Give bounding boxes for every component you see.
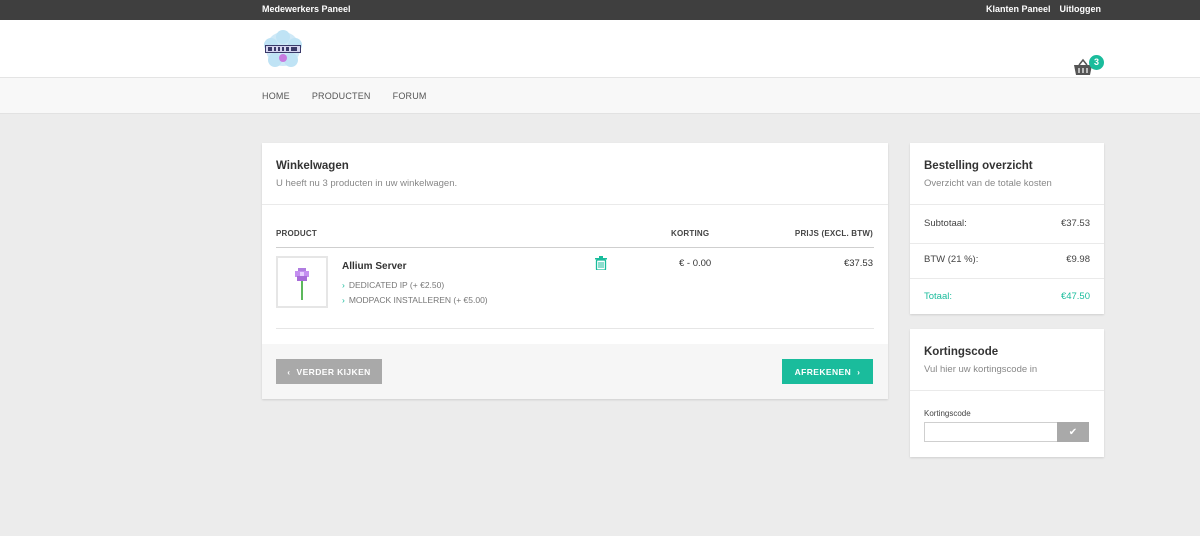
vat-row: BTW (21 %): €9.98: [924, 254, 1090, 265]
divider: [910, 390, 1104, 391]
divider: [910, 278, 1104, 279]
trash-icon[interactable]: [595, 256, 607, 270]
flower-icon: [295, 268, 309, 300]
column-header-price: PRIJS (EXCL. BTW): [794, 229, 873, 238]
subtotal-value: €37.53: [1060, 218, 1090, 229]
column-header-product: PRODUCT: [276, 229, 317, 238]
vat-value: €9.98: [1066, 254, 1090, 265]
coupon-code-input[interactable]: [924, 422, 1058, 442]
divider: [910, 243, 1104, 244]
column-header-discount: KORTING: [671, 229, 710, 238]
cart-panel: Winkelwagen U heeft nu 3 producten in uw…: [262, 143, 888, 399]
product-option: › DEDICATED IP (+ €2.50): [342, 280, 445, 290]
cart-subtitle: U heeft nu 3 producten in uw winkelwagen…: [276, 178, 458, 189]
coupon-title: Kortingscode: [924, 346, 999, 358]
check-icon: ✔: [1068, 426, 1078, 438]
top-bar-right: Klanten Paneel Uitloggen: [986, 4, 1101, 14]
nav-item-home[interactable]: HOME: [262, 91, 290, 101]
site-header: 3: [0, 20, 1200, 78]
divider: [910, 204, 1104, 205]
coupon-panel: Kortingscode Vul hier uw kortingscode in…: [910, 329, 1104, 457]
main-nav: HOME PRODUCTEN FORUM: [0, 78, 1200, 114]
chevron-right-icon: ›: [342, 280, 345, 290]
vat-label: BTW (21 %):: [924, 254, 979, 265]
row-divider: [276, 328, 874, 329]
product-discount: € - 0.00: [679, 258, 712, 269]
summary-subtitle: Overzicht van de totale kosten: [924, 178, 1052, 189]
coupon-subtitle: Vul hier uw kortingscode in: [924, 364, 1038, 375]
cart-footer: ‹ VERDER KIJKEN AFREKENEN ›: [262, 344, 888, 399]
cart-title: Winkelwagen: [276, 160, 349, 172]
product-thumbnail: [276, 256, 328, 308]
client-panel-link[interactable]: Klanten Paneel: [986, 4, 1051, 14]
product-name: Allium Server: [342, 261, 407, 272]
top-bar: Medewerkers Paneel Klanten Paneel Uitlog…: [0, 0, 1200, 20]
coupon-submit-button[interactable]: ✔: [1057, 422, 1089, 442]
subtotal-row: Subtotaal: €37.53: [924, 218, 1090, 229]
cart-count-badge: 3: [1089, 55, 1104, 70]
chevron-right-icon: ›: [342, 295, 345, 305]
total-value: €47.50: [1060, 291, 1090, 302]
chevron-right-icon: ›: [857, 366, 861, 377]
chevron-left-icon: ‹: [287, 366, 291, 377]
staff-panel-link[interactable]: Medewerkers Paneel: [262, 4, 351, 14]
order-summary-panel: Bestelling overzicht Overzicht van de to…: [910, 143, 1104, 314]
summary-title: Bestelling overzicht: [924, 160, 1033, 172]
total-row: Totaal: €47.50: [924, 291, 1090, 302]
subtotal-label: Subtotaal:: [924, 218, 967, 229]
checkout-button[interactable]: AFREKENEN ›: [782, 359, 873, 384]
product-option: › MODPACK INSTALLEREN (+ €5.00): [342, 295, 488, 305]
continue-shopping-button[interactable]: ‹ VERDER KIJKEN: [276, 359, 382, 384]
table-header-divider: [276, 247, 874, 248]
total-label: Totaal:: [924, 291, 952, 302]
logout-link[interactable]: Uitloggen: [1060, 4, 1102, 14]
product-price: €37.53: [843, 258, 873, 269]
nav-item-products[interactable]: PRODUCTEN: [312, 91, 371, 101]
divider: [262, 204, 888, 205]
coupon-field-label: Kortingscode: [924, 409, 971, 418]
allium-logo[interactable]: [262, 28, 304, 70]
nav-item-forum[interactable]: FORUM: [393, 91, 427, 101]
